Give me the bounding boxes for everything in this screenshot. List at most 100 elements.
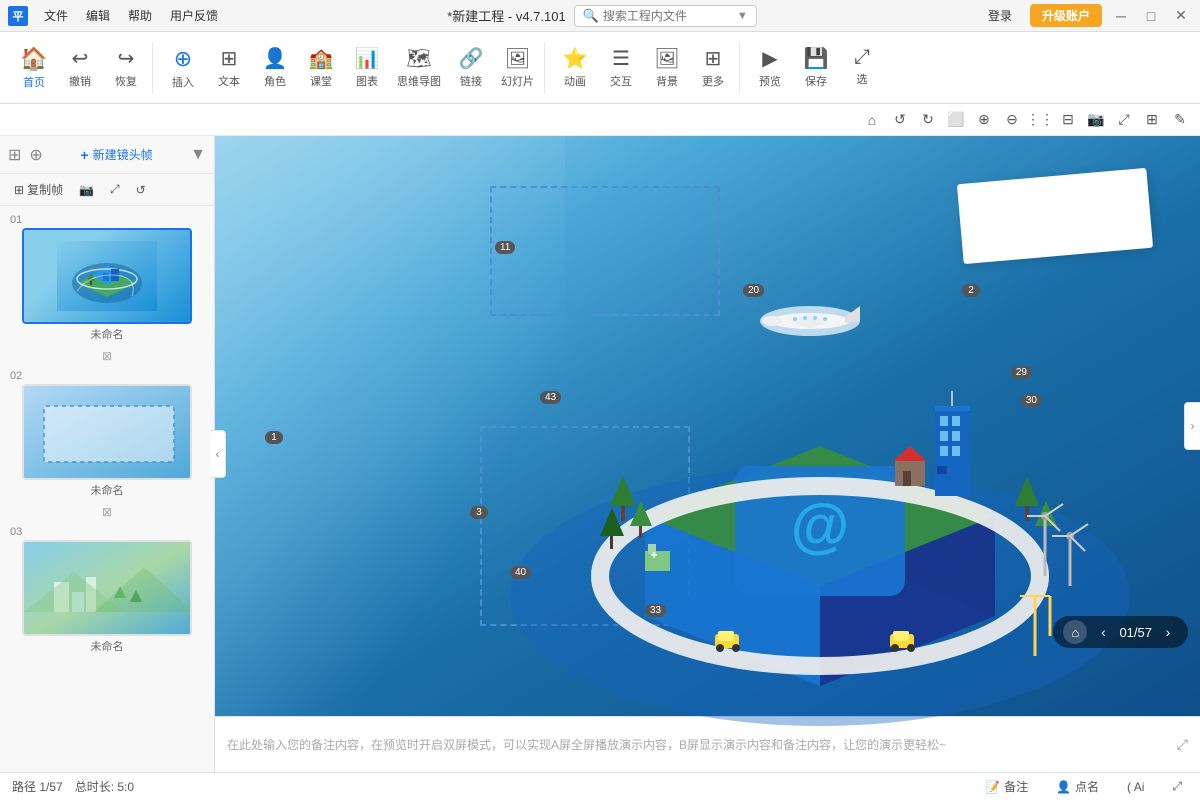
menu-help[interactable]: 帮助 bbox=[120, 5, 160, 26]
right-panel-expand[interactable]: › bbox=[1184, 402, 1200, 450]
slide-label-03: 未命名 bbox=[91, 638, 124, 654]
svg-text:+: + bbox=[650, 548, 657, 562]
frame-add-icon[interactable]: ⊕ bbox=[29, 145, 42, 165]
slides-list: 01 bbox=[0, 206, 214, 772]
toolbar-background[interactable]: 🖼 背景 bbox=[645, 42, 689, 93]
interact-label: 交互 bbox=[610, 73, 632, 89]
action-copy[interactable]: ⬜ bbox=[944, 108, 968, 132]
toolbar-home[interactable]: 🏠 首页 bbox=[12, 42, 56, 94]
nav-next-button[interactable]: › bbox=[1158, 622, 1178, 642]
titlebar-right: 登录 升级账户 ─ □ ✕ bbox=[978, 4, 1192, 27]
class-icon: 🏫 bbox=[309, 46, 334, 71]
fullscreen-status-button[interactable]: ⤢ bbox=[1166, 777, 1188, 796]
badge-1: 1 bbox=[265, 431, 283, 444]
slide-thumb-02[interactable] bbox=[22, 384, 192, 480]
action-toolbar: ⌂ ↺ ↻ ⬜ ⊕ ⊖ ⋮⋮ ⊟ 📷 ⤢ ⊞ ✎ bbox=[0, 104, 1200, 136]
action-rotate-left[interactable]: ↺ bbox=[888, 108, 912, 132]
action-align[interactable]: ⋮⋮ bbox=[1028, 108, 1052, 132]
path-info: 路径 1/57 bbox=[12, 778, 63, 795]
toolbar-link[interactable]: 🔗 链接 bbox=[449, 42, 493, 93]
toolbar-more[interactable]: ⊞ 更多 bbox=[691, 42, 735, 93]
action-home[interactable]: ⌂ bbox=[860, 108, 884, 132]
bookmark-status-button[interactable]: 👤 点名 bbox=[1050, 776, 1105, 797]
background-label: 背景 bbox=[656, 73, 678, 89]
nav-prev-button[interactable]: ‹ bbox=[1093, 622, 1113, 642]
toolbar-redo[interactable]: ↪ 恢复 bbox=[104, 42, 148, 93]
toolbar-output-group: ▶ 预览 💾 保存 ⤢ 选 bbox=[744, 42, 888, 93]
toolbar-select[interactable]: ⤢ 选 bbox=[840, 42, 884, 91]
toolbar-role[interactable]: 👤 角色 bbox=[253, 42, 297, 93]
toolbar-text[interactable]: ⊞ 文本 bbox=[207, 42, 251, 93]
toolbar-undo[interactable]: ↩ 撤销 bbox=[58, 42, 102, 93]
bookmark-status-icon: 👤 bbox=[1056, 780, 1071, 794]
thumb-svg-01 bbox=[57, 241, 157, 311]
toolbar-class[interactable]: 🏫 课堂 bbox=[299, 42, 343, 93]
slide-item-01[interactable]: 01 bbox=[8, 214, 206, 342]
mindmap-icon: 🗺 bbox=[406, 46, 431, 71]
slide-icon: 🖼 bbox=[505, 46, 530, 71]
slide-item-03[interactable]: 03 bbox=[8, 526, 206, 654]
close-button[interactable]: ✕ bbox=[1170, 5, 1192, 27]
copy-frame-icon: ⊞ bbox=[14, 183, 24, 197]
mindmap-label: 思维导图 bbox=[397, 73, 441, 89]
notes-status-label: 备注 bbox=[1004, 778, 1028, 795]
upgrade-button[interactable]: 升级账户 bbox=[1030, 4, 1102, 27]
add-frame-button[interactable]: + 新建镜头帧 bbox=[76, 144, 156, 165]
undo-label: 撤销 bbox=[69, 73, 91, 89]
toolbar-interact[interactable]: ☰ 交互 bbox=[599, 42, 643, 93]
search-input[interactable] bbox=[603, 9, 733, 23]
badge-43: 43 bbox=[540, 391, 561, 404]
copy-frame-button[interactable]: ⊞ 复制帧 bbox=[8, 178, 69, 201]
toolbar-insert[interactable]: ⊕ 插入 bbox=[161, 42, 205, 94]
action-distribute[interactable]: ⊟ bbox=[1056, 108, 1080, 132]
menu-feedback[interactable]: 用户反馈 bbox=[162, 5, 226, 26]
role-icon: 👤 bbox=[263, 46, 288, 71]
action-fullscreen[interactable]: ⤢ bbox=[1112, 108, 1136, 132]
action-zoom-in[interactable]: ⊕ bbox=[972, 108, 996, 132]
ai-status-button[interactable]: ( Ai bbox=[1121, 778, 1150, 796]
toolbar-slide[interactable]: 🖼 幻灯片 bbox=[495, 42, 540, 93]
slide-label-01: 未命名 bbox=[91, 326, 124, 342]
action-grid[interactable]: ⊞ bbox=[1140, 108, 1164, 132]
fit-button[interactable]: ⤢ bbox=[104, 179, 126, 200]
thumb-svg-02 bbox=[24, 386, 192, 480]
action-camera[interactable]: 📷 bbox=[1084, 108, 1108, 132]
slide-thumb-01[interactable] bbox=[22, 228, 192, 324]
screenshot-button[interactable]: 📷 bbox=[73, 180, 100, 200]
toolbar-mindmap[interactable]: 🗺 思维导图 bbox=[391, 42, 447, 93]
menu-edit[interactable]: 编辑 bbox=[78, 5, 118, 26]
sidebar-actions: ⊞ 复制帧 📷 ⤢ ↺ bbox=[0, 174, 214, 206]
slide-thumb-03[interactable] bbox=[22, 540, 192, 636]
titlebar-center: *新建工程 - v4.7.101 🔍 ▼ bbox=[226, 5, 978, 27]
sidebar-header: ⊞ ⊕ + 新建镜头帧 ▼ bbox=[0, 136, 214, 174]
search-dropdown-icon[interactable]: ▼ bbox=[737, 10, 748, 22]
toolbar-chart[interactable]: 📊 图表 bbox=[345, 42, 389, 93]
more-slide-btn[interactable]: ↺ bbox=[130, 180, 152, 200]
svg-text:@: @ bbox=[791, 492, 850, 559]
thumb-content-02 bbox=[24, 386, 190, 478]
action-rotate-right[interactable]: ↻ bbox=[916, 108, 940, 132]
toolbar-preview[interactable]: ▶ 预览 bbox=[748, 42, 792, 93]
menu-file[interactable]: 文件 bbox=[36, 5, 76, 26]
action-zoom-out[interactable]: ⊖ bbox=[1000, 108, 1024, 132]
titlebar-left: 平 文件 编辑 帮助 用户反馈 bbox=[8, 5, 226, 26]
thumb-svg-03 bbox=[24, 542, 192, 636]
ai-status-label: ( Ai bbox=[1127, 780, 1144, 794]
minimize-button[interactable]: ─ bbox=[1110, 5, 1132, 27]
slide-number-01: 01 bbox=[10, 214, 22, 226]
search-bar[interactable]: 🔍 ▼ bbox=[574, 5, 757, 27]
slide-item-02[interactable]: 02 bbox=[8, 370, 206, 498]
notes-status-button[interactable]: 📝 备注 bbox=[979, 776, 1034, 797]
nav-home-button[interactable]: ⌂ bbox=[1063, 620, 1087, 644]
text-icon: ⊞ bbox=[221, 46, 238, 71]
frame-selector-icon[interactable]: ⊞ bbox=[8, 145, 21, 165]
maximize-button[interactable]: □ bbox=[1140, 5, 1162, 27]
animation-label: 动画 bbox=[564, 73, 586, 89]
action-edit[interactable]: ✎ bbox=[1168, 108, 1192, 132]
more-slide-icon: ↺ bbox=[136, 183, 146, 197]
canvas-content[interactable]: @ bbox=[215, 136, 1200, 716]
toolbar-save[interactable]: 💾 保存 bbox=[794, 42, 838, 93]
login-button[interactable]: 登录 bbox=[978, 4, 1022, 27]
toolbar-animation[interactable]: ⭐ 动画 bbox=[553, 42, 597, 93]
sidebar-collapse-button[interactable]: ‹ bbox=[210, 430, 226, 478]
